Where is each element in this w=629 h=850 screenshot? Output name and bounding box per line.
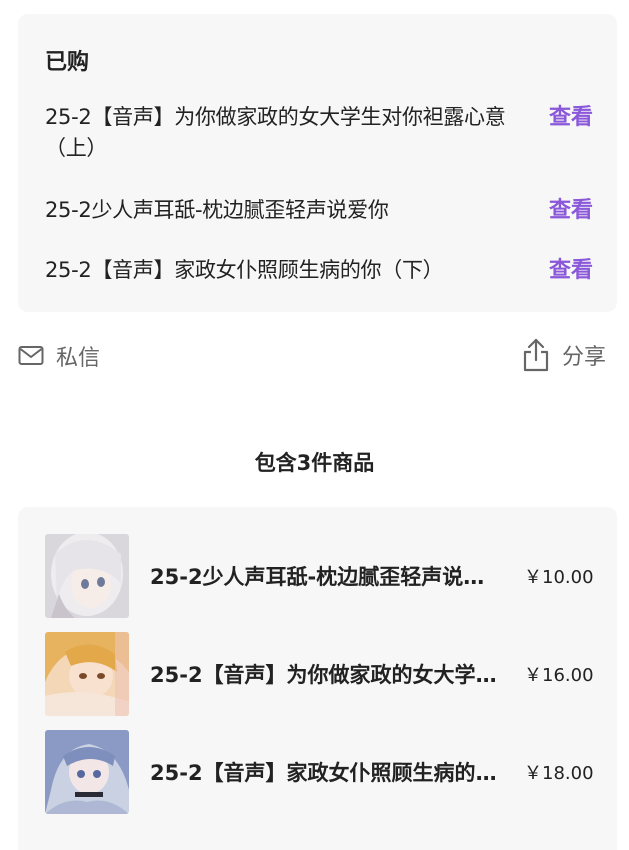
share-button[interactable]: 分享	[522, 338, 606, 372]
mail-icon	[18, 345, 44, 367]
product-thumbnail	[45, 730, 129, 814]
product-price: ￥18.00	[524, 763, 594, 784]
product-price: ￥16.00	[524, 665, 594, 686]
view-button[interactable]: 查看	[549, 255, 593, 286]
purchased-card: 已购 25-2【音声】为你做家政的女大学生对你袒露心意（上） 查看 25-2少人…	[18, 14, 617, 312]
share-icon	[522, 338, 550, 372]
product-thumbnail	[45, 632, 129, 716]
message-button[interactable]: 私信	[18, 340, 100, 372]
product-name: 25-2少人声耳舐-枕边腻歪轻声说爱你	[150, 565, 502, 589]
products-card: 25-2少人声耳舐-枕边腻歪轻声说爱你 ￥10.00 25-2【音声】为你做家政…	[18, 507, 617, 850]
purchased-item-name: 25-2少人声耳舐-枕边腻歪轻声说爱你	[45, 198, 389, 222]
purchased-item: 25-2【音声】为你做家政的女大学生对你袒露心意（上） 查看	[45, 102, 593, 164]
share-label: 分享	[562, 345, 607, 370]
product-thumbnail	[45, 534, 129, 618]
product-row[interactable]: 25-2【音声】家政女仆照顾生病的你（下） ￥18.00	[45, 730, 605, 814]
product-price: ￥10.00	[524, 567, 594, 588]
view-button[interactable]: 查看	[549, 195, 593, 226]
message-label: 私信	[56, 346, 101, 371]
purchased-item-name: 25-2【音声】家政女仆照顾生病的你（下）	[45, 258, 444, 282]
product-row[interactable]: 25-2少人声耳舐-枕边腻歪轻声说爱你 ￥10.00	[45, 534, 605, 618]
product-row[interactable]: 25-2【音声】为你做家政的女大学生对你袒露心意（上） ￥16.00	[45, 632, 605, 716]
purchased-title: 已购	[45, 50, 90, 75]
purchased-item: 25-2少人声耳舐-枕边腻歪轻声说爱你 查看	[45, 195, 593, 226]
page: 已购 25-2【音声】为你做家政的女大学生对你袒露心意（上） 查看 25-2少人…	[0, 0, 629, 850]
product-name: 25-2【音声】家政女仆照顾生病的你（下）	[150, 761, 502, 785]
product-name: 25-2【音声】为你做家政的女大学生对你袒露心意（上）	[150, 663, 502, 687]
purchased-item: 25-2【音声】家政女仆照顾生病的你（下） 查看	[45, 255, 593, 286]
products-section-title: 包含3件商品	[254, 451, 375, 475]
view-button[interactable]: 查看	[549, 102, 593, 133]
purchased-item-name: 25-2【音声】为你做家政的女大学生对你袒露心意（上）	[45, 105, 506, 160]
